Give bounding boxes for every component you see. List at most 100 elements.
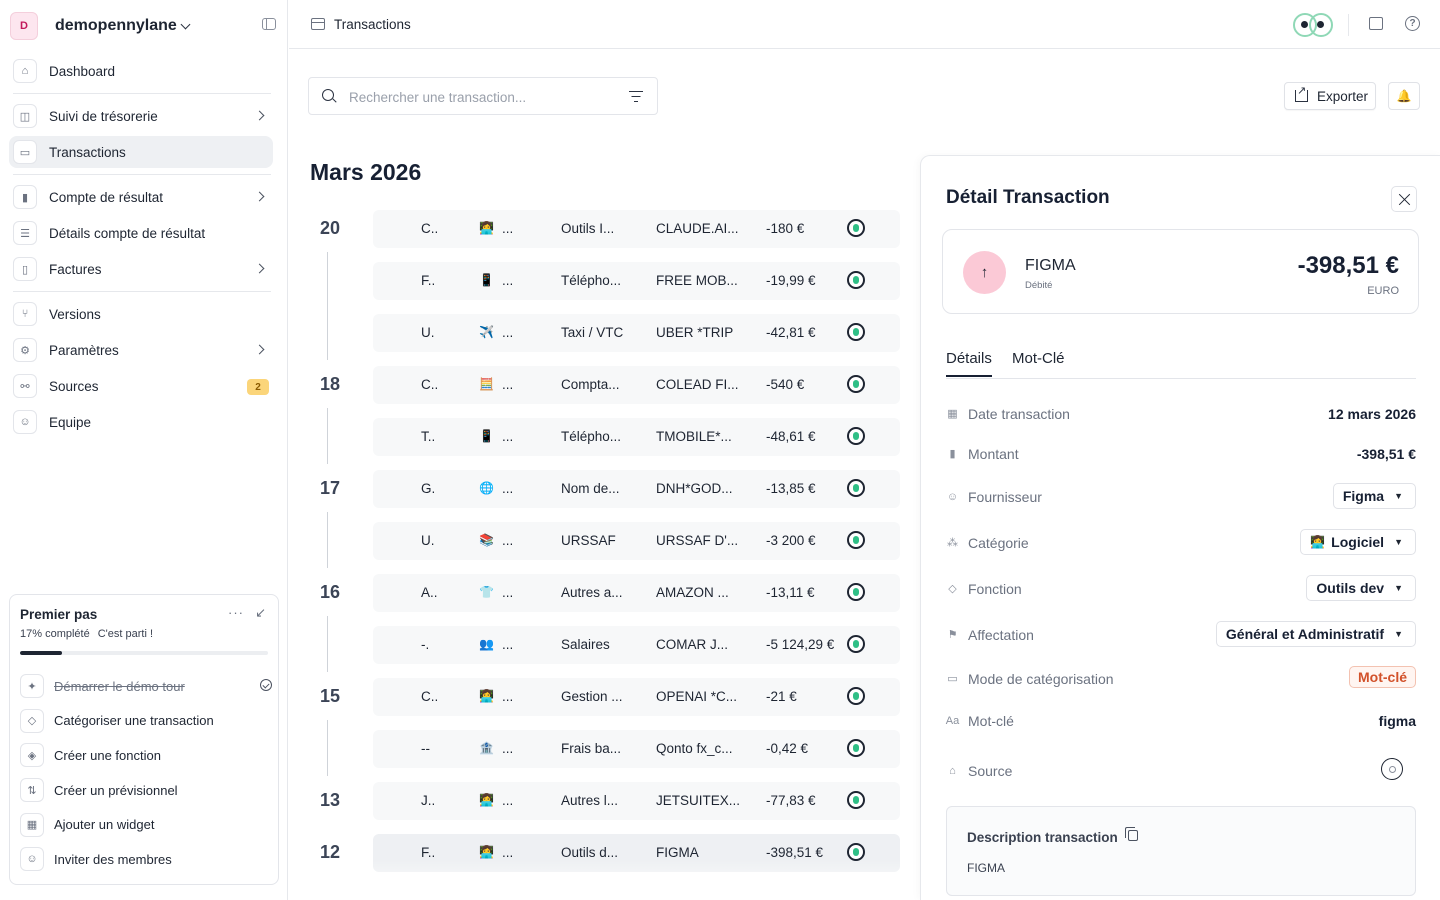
users-icon: ☺ [13,410,37,434]
status-icon[interactable] [847,791,865,809]
status-icon[interactable] [847,271,865,289]
transaction-account: T.. [421,429,436,444]
transaction-category: Gestion ... [561,689,623,704]
field-select[interactable]: Figma ▼ [1332,483,1416,509]
field-label: Catégorie [968,535,1029,551]
onboarding-item[interactable]: ◇ Catégoriser une transaction [20,704,272,739]
help-icon[interactable]: ? [1405,16,1420,31]
scroll-fade [308,860,900,900]
field-label: Source [968,763,1013,779]
onboarding-item-label: Inviter des membres [54,851,172,867]
status-icon[interactable] [847,479,865,497]
transaction-row[interactable]: C.. 🧮... Compta... COLEAD FI... -540 € [373,366,900,404]
sidebar-item-factures[interactable]: ▯ Factures [9,253,273,285]
transaction-amount: -180 € [766,221,805,236]
sidebar-item-label: Sources [49,378,99,394]
calendar-icon: ▦ [947,408,958,420]
sidebar-item-compte-de-r-sultat[interactable]: ▮ Compte de résultat [9,181,273,213]
status-icon[interactable] [847,375,865,393]
arrow-up-icon: ↑ [963,251,1006,294]
tag-icon: ◇ [948,583,957,595]
transaction-amount: -77,83 € [766,793,816,808]
field-value: 12 mars 2026 [1328,406,1416,422]
filter-icon[interactable] [629,91,643,102]
status-icon[interactable] [847,687,865,705]
close-icon[interactable] [1391,186,1417,212]
field-select[interactable]: Général et Administratif ▼ [1215,621,1416,647]
status-icon[interactable] [847,583,865,601]
chat-icon[interactable] [1369,17,1383,30]
topbar: Transactions ? [289,0,1440,49]
copy-icon[interactable] [1125,827,1138,841]
transaction-label: URSSAF D'... [656,533,739,548]
transaction-row[interactable]: -. 👥... Salaires COMAR J... -5 124,29 € [373,626,900,664]
collapse-icon[interactable]: ↙ [255,605,266,621]
status-icon[interactable] [847,739,865,757]
export-button[interactable]: Exporter [1284,82,1376,110]
day-label: 18 [320,374,341,394]
sidebar-item-label: Versions [49,306,101,322]
text-icon: Aa [945,714,960,727]
onboarding-item[interactable]: ✦ Démarrer le démo tour [20,669,272,704]
transaction-row[interactable]: G. 🌐... Nom de... DNH*GOD... -13,85 € [373,470,900,508]
onboarding-item[interactable]: ▦ Ajouter un widget [20,807,272,842]
org-switcher[interactable]: D demopennylane [10,10,280,42]
chevron-right-icon [254,263,265,274]
transaction-row[interactable]: F.. 📱... Télépho... FREE MOB... -19,99 € [373,262,900,300]
transaction-row[interactable]: -- 🏦... Frais ba... Qonto fx_c... -0,42 € [373,730,900,768]
status-icon[interactable] [847,427,865,445]
transaction-row[interactable]: J.. 👩‍💻... Autres l... JETSUITEX... -77,83 € [373,782,900,820]
transaction-category: Taxi / VTC [561,325,624,340]
status-icon[interactable] [847,635,865,653]
onboarding-item[interactable]: ☺ Inviter des membres [20,842,272,877]
sidebar-item-suivi-de-tr-sorerie[interactable]: ◫ Suivi de trésorerie [9,100,273,132]
transaction-account: G. [421,481,436,496]
sidebar-item-versions[interactable]: ⑂ Versions [9,298,273,330]
source-icon[interactable] [1381,758,1403,780]
status-icon[interactable] [847,219,865,237]
status-icon[interactable] [847,531,865,549]
search-input[interactable] [349,87,609,107]
sidebar-item-transactions[interactable]: ▭ Transactions [9,136,273,168]
transaction-label: JETSUITEX... [656,793,741,808]
app-logo[interactable] [1293,13,1333,37]
tab-details[interactable]: Détails [946,350,992,377]
more-icon[interactable]: ··· [228,605,244,620]
onboarding-item[interactable]: ◈ Créer une fonction [20,738,272,773]
onboarding-item[interactable]: ⇅ Créer un prévisionnel [20,773,272,808]
field-select[interactable]: Outils dev ▼ [1306,575,1416,601]
transaction-row[interactable]: U. 📚... URSSAF URSSAF D'... -3 200 € [373,522,900,560]
sidebar-item-sources[interactable]: ⚯ Sources 2 [9,370,273,402]
tab-mot-cle[interactable]: Mot-Clé [1012,350,1065,375]
sidebar-item-dashboard[interactable]: ⌂ Dashboard [9,55,273,87]
transaction-account: U. [421,533,435,548]
document-icon: ▯ [13,257,37,281]
transaction-row[interactable]: A.. 👕... Autres a... AMAZON ... -13,11 € [373,574,900,612]
transaction-category: Autres l... [561,793,619,808]
day-label: 20 [320,218,341,238]
transaction-row[interactable]: U. ✈️... Taxi / VTC UBER *TRIP -42,81 € [373,314,900,352]
transaction-label: CLAUDE.AI... [656,221,739,236]
sidebar-item-equipe[interactable]: ☺ Equipe [9,406,273,438]
transaction-account: J.. [421,793,436,808]
onboarding-item-label: Ajouter un widget [54,817,155,833]
transaction-row[interactable]: C.. 👩‍💻... Gestion ... OPENAI *C... -21 € [373,678,900,716]
transaction-row[interactable]: C.. 👩‍💻... Outils I... CLAUDE.AI... -180 € [373,210,900,248]
sidebar-item-param-tres[interactable]: ⚙ Paramètres [9,334,273,366]
transaction-row[interactable]: T.. 📱... Télépho... TMOBILE*... -48,61 € [373,418,900,456]
more-text: ... [502,273,514,288]
field-select[interactable]: 👩‍💻 Logiciel ▼ [1300,529,1416,555]
notifications-button[interactable]: 🔔 [1388,82,1420,110]
sidebar-item-d-tails-compte-de-r-sultat[interactable]: ☰ Détails compte de résultat [9,217,273,249]
chart-icon: ◫ [13,104,37,128]
status-icon[interactable] [847,323,865,341]
transaction-account: F.. [421,845,436,860]
branch-icon: ⑂ [13,302,37,326]
status-icon[interactable] [847,843,865,861]
sidebar-toggle-icon[interactable] [262,18,276,30]
shapes-icon: ⁂ [947,537,958,549]
tag-icon: ◇ [20,708,44,733]
transaction-category: Salaires [561,637,610,652]
chevron-right-icon [254,110,265,121]
export-label: Exporter [1317,88,1369,104]
